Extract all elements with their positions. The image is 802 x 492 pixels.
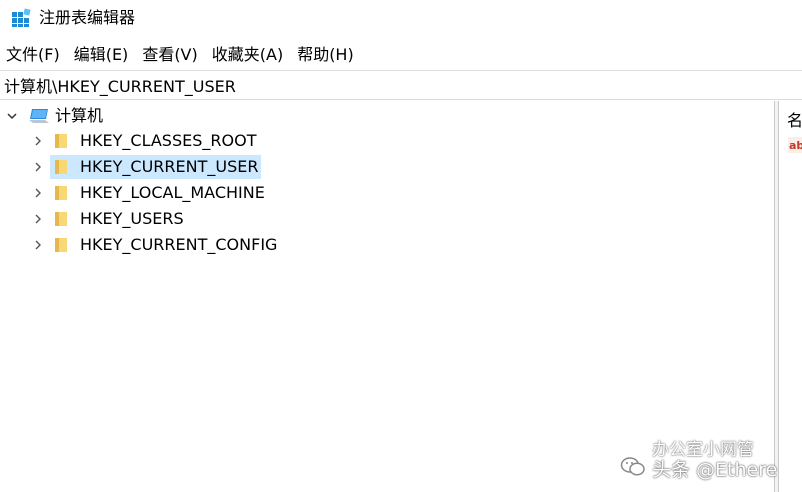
key-tree-pane[interactable]: 计算机 HKEY_CLASSES_ROOT HKEY_CURRENT_USER … — [0, 101, 772, 492]
watermark-text: 办公室小网管 头条 @Ethere — [652, 440, 778, 481]
registry-editor-window: 注册表编辑器 文件(F) 编辑(E) 查看(V) 收藏夹(A) 帮助(H) 计算… — [0, 0, 802, 492]
selection-highlight: HKEY_CURRENT_USER — [50, 155, 262, 179]
tree-item-label: HKEY_CLASSES_ROOT — [80, 131, 257, 150]
title-bar[interactable]: 注册表编辑器 — [0, 0, 802, 36]
window-title: 注册表编辑器 — [39, 8, 136, 27]
tree-item-hkey-local-machine[interactable]: HKEY_LOCAL_MACHINE — [32, 181, 268, 205]
menu-edit[interactable]: 编辑(E) — [72, 39, 131, 67]
watermark: 办公室小网管 头条 @Ethere — [620, 440, 778, 481]
chevron-right-icon[interactable] — [32, 161, 44, 173]
address-bar[interactable]: 计算机\HKEY_CURRENT_USER — [0, 70, 802, 100]
folder-icon — [55, 238, 67, 252]
chevron-right-icon[interactable] — [32, 213, 44, 225]
tree-item-hkey-current-user[interactable]: HKEY_CURRENT_USER — [32, 155, 262, 179]
menu-file[interactable]: 文件(F) — [4, 39, 62, 67]
tree-item-hkey-current-config[interactable]: HKEY_CURRENT_CONFIG — [32, 233, 280, 257]
tree-item-label: HKEY_CURRENT_USER — [80, 157, 259, 176]
watermark-line-2: 头条 @Ethere — [652, 459, 778, 481]
menu-favorites[interactable]: 收藏夹(A) — [210, 39, 285, 67]
menu-bar: 文件(F) 编辑(E) 查看(V) 收藏夹(A) 帮助(H) — [0, 38, 802, 68]
menu-help[interactable]: 帮助(H) — [295, 39, 356, 67]
computer-icon — [29, 109, 49, 123]
values-pane[interactable]: 名 ab — [780, 101, 802, 492]
tree-item-label: HKEY_CURRENT_CONFIG — [80, 235, 278, 254]
chevron-down-icon[interactable] — [6, 110, 18, 122]
tree-item-label: HKEY_LOCAL_MACHINE — [80, 183, 265, 202]
address-path[interactable]: 计算机\HKEY_CURRENT_USER — [4, 73, 236, 97]
folder-icon — [55, 186, 67, 200]
folder-icon — [55, 160, 67, 174]
tree-item-hkey-classes-root[interactable]: HKEY_CLASSES_ROOT — [32, 129, 259, 153]
tree-item-computer[interactable]: 计算机 — [6, 104, 106, 128]
tree-item-label: HKEY_USERS — [80, 209, 184, 228]
chevron-right-icon[interactable] — [32, 239, 44, 251]
folder-icon — [55, 134, 67, 148]
pane-splitter[interactable] — [774, 101, 779, 492]
values-name-column-header[interactable]: 名 — [787, 107, 802, 131]
menu-view[interactable]: 查看(V) — [140, 39, 199, 67]
chevron-right-icon[interactable] — [32, 135, 44, 147]
chevron-right-icon[interactable] — [32, 187, 44, 199]
registry-editor-icon — [12, 8, 31, 27]
folder-icon — [55, 212, 67, 226]
svg-text:ab: ab — [789, 139, 802, 152]
wechat-icon — [620, 457, 645, 476]
string-value-icon: ab — [788, 137, 802, 153]
watermark-line-1: 办公室小网管 — [652, 440, 754, 460]
tree-item-label: 计算机 — [55, 106, 104, 125]
tree-item-hkey-users[interactable]: HKEY_USERS — [32, 207, 187, 231]
